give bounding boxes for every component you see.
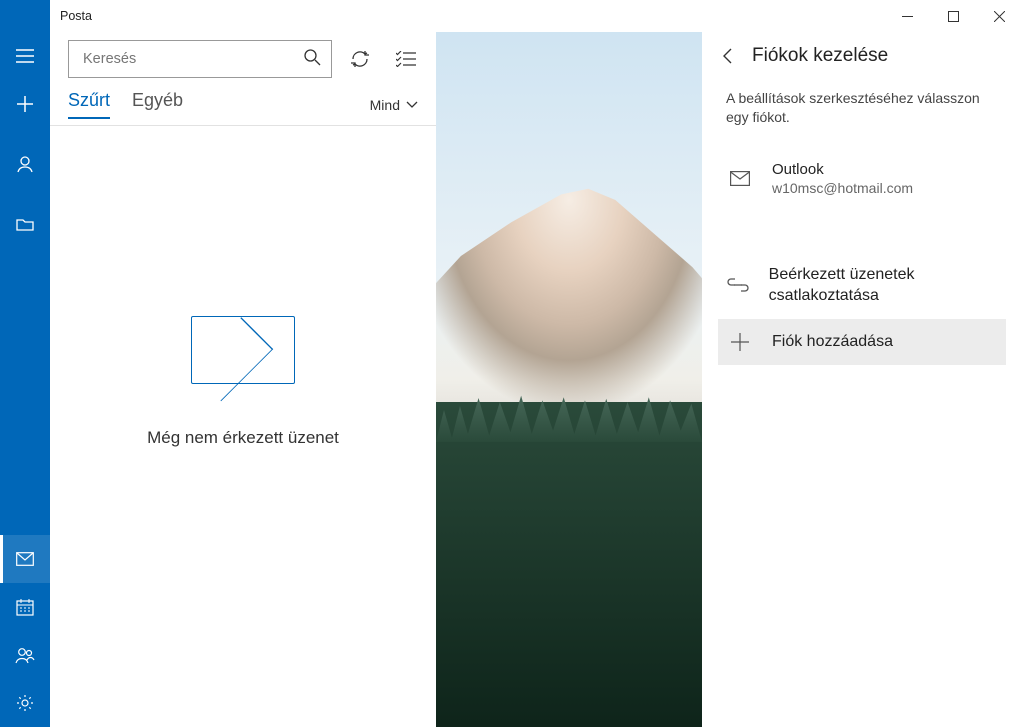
empty-state: Még nem érkezett üzenet [50,126,436,727]
footer-mail[interactable] [0,535,50,583]
chevron-down-icon [406,101,418,109]
account-item-outlook[interactable]: Outlook w10msc@hotmail.com [718,149,1006,208]
tabs-row: Szűrt Egyéb Mind [50,82,436,126]
window-close[interactable] [976,0,1022,32]
footer-settings[interactable] [0,679,50,727]
refresh-button[interactable] [342,41,378,77]
plus-icon [726,333,754,351]
app-title: Posta [60,9,92,23]
link-inbox-item[interactable]: Beérkezett üzenetek csatlakoztatása [718,252,1006,319]
link-icon [726,278,751,292]
tab-focused[interactable]: Szűrt [68,90,110,119]
nav-compose[interactable] [0,80,50,128]
panel-title: Fiókok kezelése [752,45,888,67]
envelope-icon [191,316,295,384]
select-mode-button[interactable] [388,41,424,77]
panel-back-button[interactable] [718,46,738,66]
footer-people[interactable] [0,631,50,679]
search-box[interactable] [68,40,332,78]
window-controls [884,0,1022,32]
message-list-pane: Szűrt Egyéb Mind Még nem érkezett üzenet [50,32,436,727]
title-bar: Posta [50,0,1022,32]
empty-message: Még nem érkezett üzenet [147,428,339,448]
mail-icon [726,171,754,186]
search-input[interactable] [83,51,303,67]
window-minimize[interactable] [884,0,930,32]
reading-pane-background [436,32,702,727]
tab-other[interactable]: Egyéb [132,90,183,119]
window-maximize[interactable] [930,0,976,32]
filter-label: Mind [370,97,400,113]
account-email: w10msc@hotmail.com [772,180,913,196]
search-icon[interactable] [303,48,321,71]
nav-folders[interactable] [0,200,50,248]
sidebar [0,0,50,727]
add-account-item[interactable]: Fiók hozzáadása [718,319,1006,365]
nav-hamburger[interactable] [0,32,50,80]
panel-subtitle: A beállítások szerkesztéséhez válasszon … [726,89,998,127]
footer-calendar[interactable] [0,583,50,631]
accounts-panel: Fiókok kezelése A beállítások szerkeszté… [702,32,1022,727]
add-account-label: Fiók hozzáadása [772,331,893,353]
main: Posta [50,0,1022,727]
account-name: Outlook [772,161,913,178]
filter-dropdown[interactable]: Mind [370,97,418,113]
link-inbox-label: Beérkezett üzenetek csatlakoztatása [769,264,998,307]
nav-account[interactable] [0,140,50,188]
